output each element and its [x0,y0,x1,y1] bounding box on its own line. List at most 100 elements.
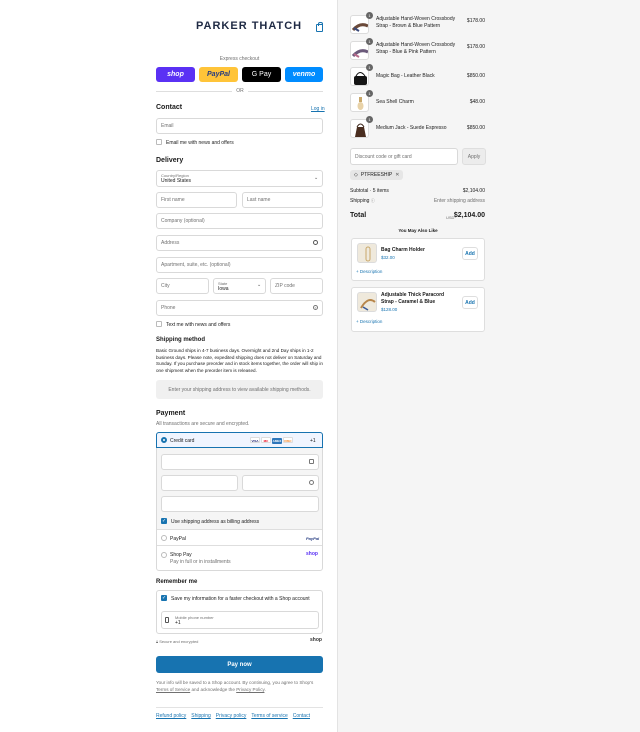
chevron-down-icon: ⌄ [314,175,319,181]
info-icon[interactable]: ⓘ [371,198,375,203]
terms-of-service-link[interactable]: Terms of service [251,713,287,719]
remember-heading: Remember me [156,579,198,585]
card-number-field[interactable] [161,454,319,470]
subtotal-label: Subtotal · 5 items [350,188,389,194]
text-label: Text me with news and offers [166,322,231,328]
venmo-button[interactable]: venmo [285,67,323,82]
company-field[interactable]: Company (optional) [156,213,323,229]
plus-icon: + [356,269,359,274]
rec-thumbnail [357,292,377,312]
city-field[interactable]: City [156,278,209,294]
description-toggle[interactable]: + Description [356,319,382,324]
save-info-checkbox[interactable]: ✓ [161,595,167,601]
item-name: Adjustable Hand-Woven Crossbody Strap - … [376,42,456,55]
rec-name: Adjustable Thick Paracord Strap - Carame… [381,292,445,305]
contact-link[interactable]: Contact [293,713,310,719]
name-on-card-field[interactable] [161,496,319,512]
description-label: Description [359,319,383,324]
remove-icon[interactable]: ✕ [395,172,399,178]
country-value: United States [161,178,192,184]
total-value: $2,104.00 [453,212,485,219]
pay-now-button[interactable]: Pay now [156,656,323,673]
checkout-main: PARKER THATCH Express checkout shop PayP… [0,0,337,732]
privacy-link[interactable]: Privacy Policy [236,687,264,692]
divider [157,545,322,546]
phone-field[interactable]: Phone [156,300,323,316]
apply-button[interactable]: Apply [462,148,486,165]
express-checkout-label: Express checkout [219,56,260,62]
terms-link[interactable]: Terms of Service [156,687,190,692]
country-select[interactable]: Country/Region United States [156,170,323,187]
subtotal-value: $2,104.00 [462,188,485,194]
google-pay-button[interactable]: G Pay [242,67,281,82]
paypal-button[interactable]: PayPal [199,67,238,82]
help-icon[interactable]: ? [313,305,318,310]
card-brands: VISA MC AMEX DISC [249,437,293,444]
discover-icon: DISC [283,437,293,443]
add-button[interactable]: Add [462,296,478,309]
zip-field[interactable]: ZIP code [270,278,323,294]
help-icon[interactable] [309,480,314,485]
item-name: Adjustable Hand-Woven Crossbody Strap - … [376,16,456,29]
paypal-radio[interactable] [161,535,167,541]
description-toggle[interactable]: + Description [356,269,382,274]
credit-card-radio[interactable] [161,437,167,443]
bag-icon[interactable] [316,22,323,32]
paypal-label: PayPal [170,536,186,542]
amex-icon: AMEX [272,438,282,444]
billing-label: Use shipping address as billing address [171,519,260,525]
contact-heading: Contact [156,104,183,111]
shipping-label-text: Shipping [350,198,370,204]
shipping-note: Enter your shipping address to view avai… [156,380,323,399]
chevron-down-icon: ⌄ [257,282,262,288]
shipping-link[interactable]: Shipping [191,713,210,719]
description-label: Description [359,269,383,274]
item-price: $48.00 [469,99,485,105]
shipping-heading: Shipping method [156,337,205,343]
shipping-body: Basic Ground ships in 4-7 business days.… [156,348,323,373]
legal-text-1: Your info will be saved to a Shop accoun… [156,680,314,685]
address-field[interactable]: Address [156,235,323,251]
apartment-field[interactable]: Apartment, suite, etc. (optional) [156,257,323,273]
shop-pay-radio[interactable] [161,552,167,558]
rec-price: $32.00 [381,255,395,260]
first-name-field[interactable]: First name [156,192,237,208]
discount-code: PTFREESHIP [360,172,393,178]
security-code-field[interactable] [242,475,319,491]
expiry-field[interactable] [161,475,238,491]
item-name: Medium Jack - Suede Espresso [376,125,447,131]
shop-logo: shop [306,551,318,557]
save-info-label: Save my information for a faster checkou… [171,596,310,602]
quantity-badge: 1 [366,90,373,97]
or-divider-label: OR [232,88,248,94]
login-link[interactable]: Log in [311,106,325,112]
quantity-badge: 1 [366,38,373,45]
lock-icon [309,459,314,464]
text-checkbox[interactable] [156,321,162,327]
privacy-policy-link[interactable]: Privacy policy [216,713,247,719]
shop-logo: shop [310,637,322,643]
rec-thumbnail [357,243,377,263]
legal-text-3: . [264,687,266,692]
discount-tag: ◇ PTFREESHIP ✕ [350,170,404,180]
billing-checkbox[interactable]: ✓ [161,518,167,524]
quantity-badge: 1 [366,64,373,71]
total-label: Total [350,212,367,219]
shop-pay-label: Shop Pay [170,552,192,558]
email-field[interactable]: Email [156,118,323,134]
shop-pay-button[interactable]: shop [156,67,195,82]
rec-name: Bag Charm Holder [381,247,425,253]
item-price: $850.00 [466,125,485,131]
last-name-field[interactable]: Last name [242,192,323,208]
secure-text: Secure and encrypted [159,639,199,644]
item-price: $178.00 [466,18,485,24]
order-summary: 1 Adjustable Hand-Woven Crossbody Strap … [337,0,640,732]
mobile-phone-field[interactable]: Mobile phone number +1 [161,611,319,629]
mobile-phone-value: +1 [175,620,181,626]
discount-field[interactable]: Discount code or gift card [350,148,458,165]
footer-links: Refund policy Shipping Privacy policy Te… [156,713,310,719]
refund-policy-link[interactable]: Refund policy [156,713,186,719]
add-button[interactable]: Add [462,247,478,260]
news-checkbox[interactable] [156,139,162,145]
brand-logo[interactable]: PARKER THATCH [196,20,302,32]
